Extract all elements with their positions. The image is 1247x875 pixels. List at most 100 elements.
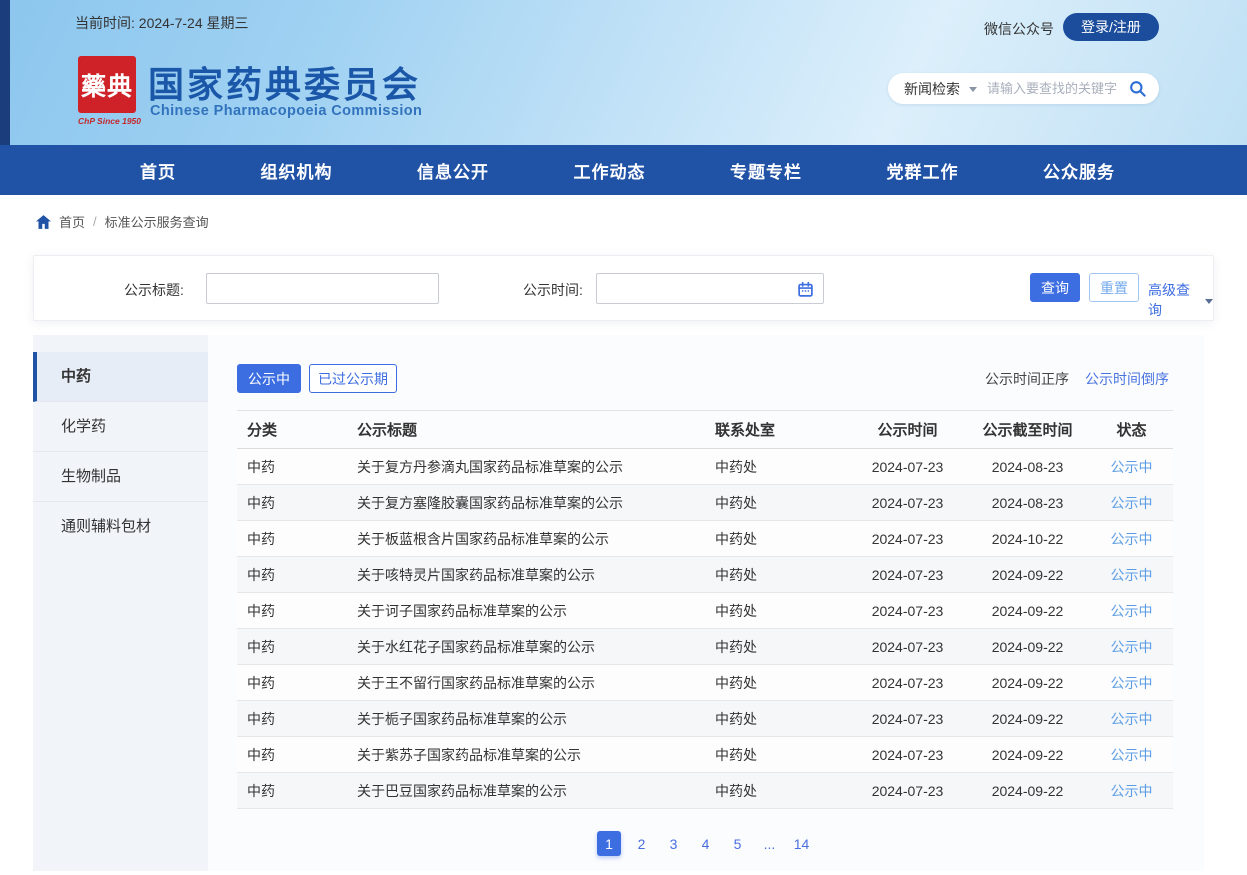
- reset-button[interactable]: 重置: [1089, 273, 1139, 302]
- seal-logo-icon: 藥典: [78, 56, 136, 113]
- nav-item[interactable]: 公众服务: [1043, 158, 1115, 183]
- cell-title-link[interactable]: 关于王不留行国家药品标准草案的公示: [357, 665, 715, 701]
- cell-status-link[interactable]: 公示中: [1090, 449, 1173, 485]
- pagination-page[interactable]: 14: [790, 831, 813, 856]
- cell-start-time: 2024-07-23: [850, 593, 965, 629]
- pagination-page[interactable]: ...: [758, 831, 781, 856]
- cell-end-time: 2024-09-22: [965, 629, 1090, 665]
- cell-start-time: 2024-07-23: [850, 521, 965, 557]
- table-row: 中药 关于复方丹参滴丸国家药品标准草案的公示 中药处 2024-07-23 20…: [237, 449, 1173, 485]
- advanced-search-link[interactable]: 高级查询: [1148, 280, 1213, 320]
- search-input[interactable]: [987, 81, 1124, 96]
- table-row: 中药 关于咳特灵片国家药品标准草案的公示 中药处 2024-07-23 2024…: [237, 557, 1173, 593]
- cell-status-link[interactable]: 公示中: [1090, 521, 1173, 557]
- nav-item[interactable]: 信息公开: [417, 158, 489, 183]
- sort-time-descending[interactable]: 公示时间倒序: [1085, 369, 1169, 389]
- chevron-down-icon: [1205, 299, 1213, 304]
- cell-start-time: 2024-07-23: [850, 557, 965, 593]
- sidebar-item[interactable]: 通则辅料包材: [33, 502, 208, 552]
- cell-title-link[interactable]: 关于诃子国家药品标准草案的公示: [357, 593, 715, 629]
- sidebar-item[interactable]: 中药: [33, 352, 208, 402]
- cell-end-time: 2024-08-23: [965, 485, 1090, 521]
- cell-status-link[interactable]: 公示中: [1090, 629, 1173, 665]
- filter-time-label: 公示时间:: [523, 280, 583, 300]
- wechat-link[interactable]: 微信公众号: [984, 19, 1054, 39]
- table-row: 中药 关于王不留行国家药品标准草案的公示 中药处 2024-07-23 2024…: [237, 665, 1173, 701]
- cell-status-link[interactable]: 公示中: [1090, 773, 1173, 809]
- cell-dept: 中药处: [715, 557, 850, 593]
- filter-time-input[interactable]: [596, 273, 824, 304]
- cell-title-link[interactable]: 关于紫苏子国家药品标准草案的公示: [357, 737, 715, 773]
- query-button[interactable]: 查询: [1030, 273, 1080, 302]
- cell-status-link[interactable]: 公示中: [1090, 665, 1173, 701]
- nav-item[interactable]: 专题专栏: [730, 158, 802, 183]
- cell-status-link[interactable]: 公示中: [1090, 701, 1173, 737]
- cell-title-link[interactable]: 关于板蓝根含片国家药品标准草案的公示: [357, 521, 715, 557]
- pagination-page[interactable]: 2: [630, 831, 653, 856]
- cell-dept: 中药处: [715, 665, 850, 701]
- cell-end-time: 2024-08-23: [965, 449, 1090, 485]
- cell-end-time: 2024-09-22: [965, 593, 1090, 629]
- col-end-time: 公示截至时间: [965, 411, 1090, 449]
- pagination-current-page[interactable]: 1: [597, 831, 621, 856]
- table-row: 中药 关于栀子国家药品标准草案的公示 中药处 2024-07-23 2024-0…: [237, 701, 1173, 737]
- home-icon[interactable]: [36, 215, 51, 229]
- filter-title-input[interactable]: [206, 273, 439, 304]
- cell-status-link[interactable]: 公示中: [1090, 485, 1173, 521]
- cell-status-link[interactable]: 公示中: [1090, 593, 1173, 629]
- cell-title-link[interactable]: 关于栀子国家药品标准草案的公示: [357, 701, 715, 737]
- cell-start-time: 2024-07-23: [850, 449, 965, 485]
- col-dept: 联系处室: [715, 411, 850, 449]
- current-time: 当前时间: 2024-7-24 星期三: [75, 13, 249, 33]
- sidebar-item[interactable]: 化学药: [33, 402, 208, 452]
- cell-title-link[interactable]: 关于复方丹参滴丸国家药品标准草案的公示: [357, 449, 715, 485]
- sidebar-item[interactable]: 生物制品: [33, 452, 208, 502]
- nav-item[interactable]: 首页: [140, 158, 176, 183]
- pagination-pages: 2 3 4 5 ... 14: [630, 831, 813, 856]
- search-icon[interactable]: [1128, 79, 1147, 98]
- col-start-time: 公示时间: [850, 411, 965, 449]
- chevron-down-icon[interactable]: [969, 87, 977, 92]
- table-header-row: 分类 公示标题 联系处室 公示时间 公示截至时间 状态: [237, 411, 1173, 449]
- table-row: 中药 关于复方塞隆胶囊国家药品标准草案的公示 中药处 2024-07-23 20…: [237, 485, 1173, 521]
- sort-time-ascending[interactable]: 公示时间正序: [985, 369, 1069, 389]
- cell-title-link[interactable]: 关于巴豆国家药品标准草案的公示: [357, 773, 715, 809]
- cell-category: 中药: [237, 449, 357, 485]
- cell-dept: 中药处: [715, 773, 850, 809]
- cell-dept: 中药处: [715, 593, 850, 629]
- category-sidebar: 中药 化学药 生物制品 通则辅料包材: [33, 335, 208, 871]
- cell-title-link[interactable]: 关于咳特灵片国家药品标准草案的公示: [357, 557, 715, 593]
- cell-dept: 中药处: [715, 521, 850, 557]
- login-register-button[interactable]: 登录/注册: [1063, 13, 1159, 41]
- nav-item[interactable]: 组织机构: [261, 158, 333, 183]
- nav-item[interactable]: 工作动态: [574, 158, 646, 183]
- tab-in-publicity[interactable]: 公示中: [237, 364, 301, 393]
- cell-category: 中药: [237, 521, 357, 557]
- cell-dept: 中药处: [715, 701, 850, 737]
- col-category: 分类: [237, 411, 357, 449]
- logo[interactable]: 藥典 ChP Since 1950: [78, 56, 136, 126]
- cell-start-time: 2024-07-23: [850, 485, 965, 521]
- publicity-table: 分类 公示标题 联系处室 公示时间 公示截至时间 状态 中药 关于复方丹参滴丸国…: [237, 410, 1173, 809]
- breadcrumb-home[interactable]: 首页: [59, 212, 85, 231]
- tab-expired-publicity[interactable]: 已过公示期: [309, 364, 397, 393]
- seal-caption: ChP Since 1950: [78, 116, 136, 126]
- cell-status-link[interactable]: 公示中: [1090, 737, 1173, 773]
- table-row: 中药 关于板蓝根含片国家药品标准草案的公示 中药处 2024-07-23 202…: [237, 521, 1173, 557]
- cell-category: 中药: [237, 557, 357, 593]
- cell-status-link[interactable]: 公示中: [1090, 557, 1173, 593]
- cell-title-link[interactable]: 关于水红花子国家药品标准草案的公示: [357, 629, 715, 665]
- site-header: 当前时间: 2024-7-24 星期三 微信公众号 登录/注册 藥典 ChP S…: [0, 0, 1247, 145]
- nav-item[interactable]: 党群工作: [887, 158, 959, 183]
- current-time-label: 当前时间:: [75, 15, 135, 31]
- table-row: 中药 关于巴豆国家药品标准草案的公示 中药处 2024-07-23 2024-0…: [237, 773, 1173, 809]
- search-category-select[interactable]: 新闻检索: [904, 79, 960, 99]
- pagination-page[interactable]: 5: [726, 831, 749, 856]
- calendar-icon[interactable]: [797, 281, 814, 298]
- current-time-value: 2024-7-24 星期三: [139, 15, 249, 31]
- pagination-page[interactable]: 3: [662, 831, 685, 856]
- site-subtitle-en: Chinese Pharmacopoeia Commission: [150, 103, 422, 119]
- breadcrumb: 首页 / 标准公示服务查询: [36, 212, 209, 231]
- pagination-page[interactable]: 4: [694, 831, 717, 856]
- cell-title-link[interactable]: 关于复方塞隆胶囊国家药品标准草案的公示: [357, 485, 715, 521]
